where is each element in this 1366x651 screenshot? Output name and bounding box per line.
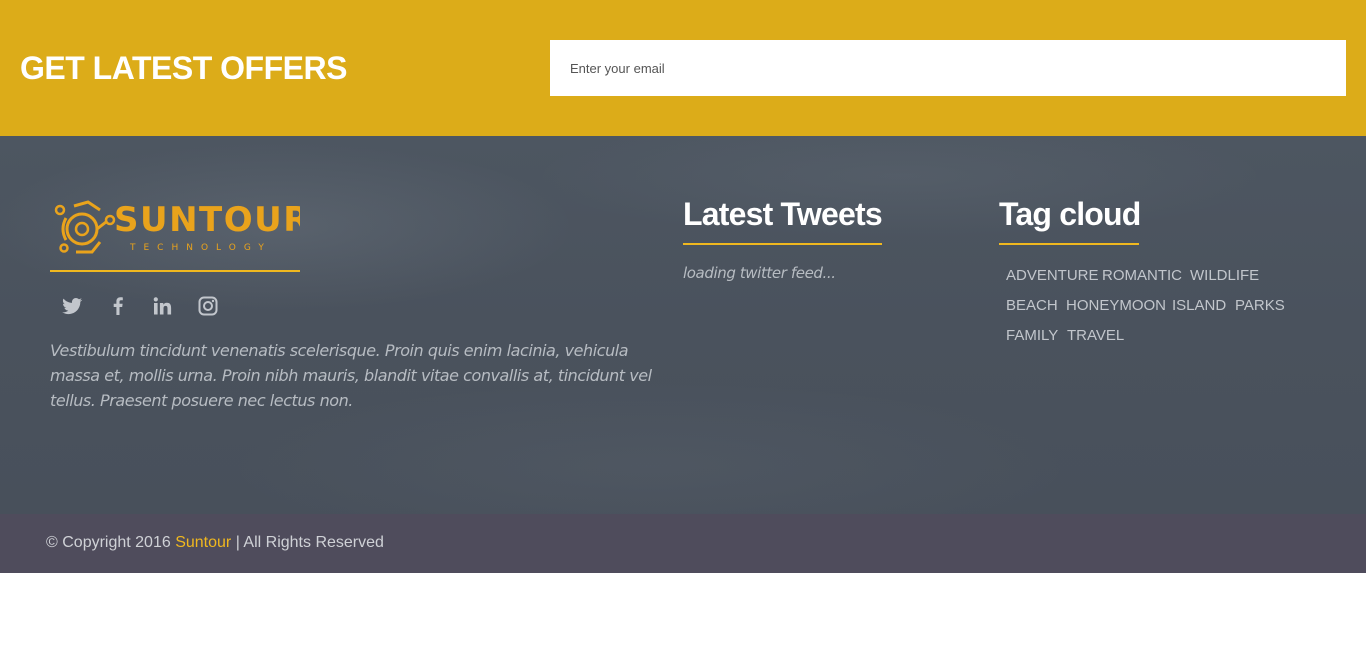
facebook-link[interactable] (106, 294, 130, 318)
footer: SUNTOUR TECHNOLOGY Vestibulum tincidunt … (0, 136, 1366, 514)
newsletter-title: GET LATEST OFFERS (20, 50, 347, 86)
latest-tweets-title: Latest Tweets (683, 196, 883, 232)
about-text: Vestibulum tincidunt venenatis scelerisq… (50, 341, 652, 410)
logo-tagline: TECHNOLOGY (129, 243, 272, 253)
suntour-logo-mark: SUNTOUR TECHNOLOGY (54, 200, 309, 254)
tag-romantic[interactable]: ROMANTIC (1102, 267, 1182, 285)
copyright-suffix: | All Rights Reserved (231, 534, 384, 551)
twitter-icon (62, 298, 83, 315)
twitter-link[interactable] (60, 294, 84, 318)
suntour-logo[interactable]: SUNTOUR TECHNOLOGY (50, 196, 309, 258)
twitter-feed-loading: loading twitter feed... (683, 264, 836, 282)
copyright-bar: © Copyright 2016 Suntour | All Rights Re… (0, 514, 1366, 573)
tag-cloud-underline (999, 243, 1139, 245)
email-input[interactable] (550, 40, 1346, 96)
linkedin-link[interactable] (150, 294, 174, 318)
tag-beach[interactable]: BEACH (1006, 297, 1058, 315)
newsletter-band: GET LATEST OFFERS (0, 0, 1366, 136)
logo-emblem (54, 200, 116, 254)
tag-cloud-title: Tag cloud (999, 196, 1141, 232)
tag-adventure[interactable]: ADVENTURE (1006, 267, 1099, 285)
tag-travel[interactable]: TRAVEL (1067, 327, 1124, 345)
tag-parks[interactable]: PARKS (1235, 297, 1285, 315)
copyright-text: © Copyright 2016 Suntour | All Rights Re… (46, 534, 384, 552)
latest-tweets-underline (683, 243, 882, 245)
linkedin-icon (153, 297, 172, 315)
logo-wordmark: SUNTOUR (114, 200, 300, 240)
instagram-icon (198, 296, 218, 316)
copyright-brand-link[interactable]: Suntour (175, 534, 231, 551)
copyright-prefix: © Copyright 2016 (46, 534, 176, 551)
logo-underline (50, 270, 300, 272)
tag-wildlife[interactable]: WILDLIFE (1190, 267, 1259, 285)
tag-honeymoon[interactable]: HONEYMOON (1066, 297, 1166, 315)
instagram-link[interactable] (196, 294, 220, 318)
tag-island[interactable]: ISLAND (1172, 297, 1226, 315)
tag-family[interactable]: FAMILY (1006, 327, 1058, 345)
facebook-icon (113, 297, 123, 315)
